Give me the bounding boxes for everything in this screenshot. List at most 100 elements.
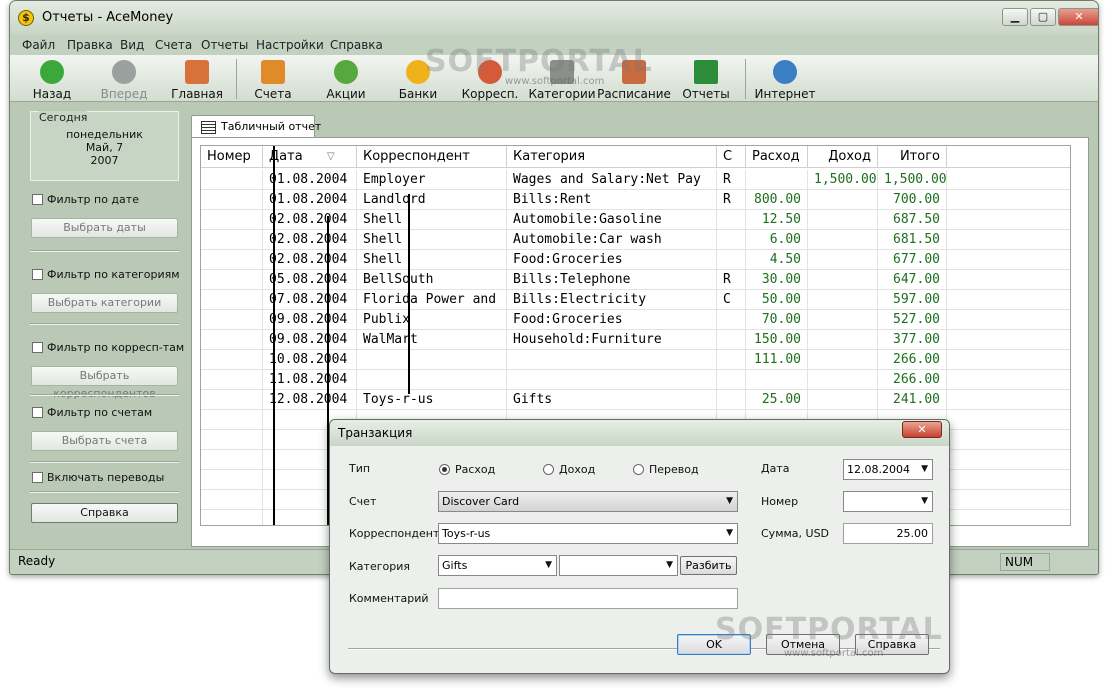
- toolbar-forward-label: Вперед: [100, 87, 148, 101]
- date-value: 12.08.2004: [847, 463, 910, 476]
- cell-num: [201, 190, 263, 210]
- col-header-total[interactable]: Итого: [878, 146, 947, 168]
- table-row[interactable]: 11.08.2004 266.00: [201, 370, 1070, 390]
- number-select[interactable]: ▼: [843, 491, 933, 512]
- toolbar-accounts-label: Счета: [254, 87, 292, 101]
- maximize-button[interactable]: ▢: [1030, 8, 1056, 26]
- cell-expense: 12.50: [746, 210, 808, 230]
- cell-category: Wages and Salary:Net Pay: [507, 170, 717, 190]
- toolbar-accounts-button[interactable]: Счета: [236, 57, 310, 101]
- table-row[interactable]: 10.08.2004 111.00 266.00: [201, 350, 1070, 370]
- cell-date: 05.08.2004: [263, 270, 357, 290]
- menu-reports[interactable]: Отчеты: [201, 38, 248, 52]
- menu-settings[interactable]: Настройки: [256, 38, 324, 52]
- cell-num: [201, 510, 263, 525]
- table-row[interactable]: 09.08.2004 WalMart Household:Furniture 150.…: [201, 330, 1070, 350]
- cell-date: 12.08.2004: [263, 390, 357, 410]
- include-transfers-checkbox[interactable]: [32, 472, 43, 483]
- filter-accounts-checkbox[interactable]: [32, 407, 43, 418]
- filter-date-checkbox[interactable]: [32, 194, 43, 205]
- table-row[interactable]: 12.08.2004 Toys-r-us Gifts 25.00 241.00: [201, 390, 1070, 410]
- help-button[interactable]: Справка: [31, 503, 178, 523]
- cell-total: 677.00: [878, 250, 947, 270]
- col-header-payee[interactable]: Корреспондент: [357, 146, 507, 168]
- toolbar-home-button[interactable]: Главная: [160, 57, 234, 101]
- toolbar-internet-button[interactable]: Интернет: [748, 57, 822, 101]
- col-header-number[interactable]: Номер: [201, 146, 263, 168]
- tab-table-report[interactable]: Табличный отчет: [191, 115, 321, 138]
- filter-categories-checkbox[interactable]: [32, 269, 43, 280]
- amount-input[interactable]: 25.00: [843, 523, 933, 544]
- select-dates-button[interactable]: Выбрать даты: [31, 218, 178, 238]
- type-expense-radio[interactable]: [439, 464, 450, 475]
- type-expense-label: Расход: [455, 463, 496, 476]
- menu-help[interactable]: Справка: [330, 38, 383, 52]
- cell-num: [201, 470, 263, 490]
- table-row[interactable]: 02.08.2004 Shell Automobile:Car wash 6.00 68…: [201, 230, 1070, 250]
- close-button[interactable]: ✕: [1058, 8, 1098, 26]
- filter-payees-checkbox[interactable]: [32, 342, 43, 353]
- forward-arrow-icon: [112, 60, 136, 84]
- cell-num: [201, 410, 263, 430]
- table-row[interactable]: 07.08.2004Florida Power and ...Bills:Ele…: [201, 290, 1070, 310]
- split-button[interactable]: Разбить: [680, 556, 737, 575]
- cell-expense: [746, 170, 808, 190]
- cell-c: [717, 310, 746, 330]
- cell-payee: Shell: [357, 230, 507, 250]
- table-row[interactable]: 01.08.2004 Employer Wages and Salary:Net P…: [201, 170, 1070, 190]
- category-select[interactable]: Gifts ▼: [438, 555, 557, 576]
- menu-edit[interactable]: Правка: [67, 38, 113, 52]
- menu-file[interactable]: Файл: [22, 38, 55, 52]
- dialog-close-button[interactable]: ✕: [902, 421, 942, 438]
- col-header-cleared[interactable]: С: [717, 146, 746, 168]
- cell-date: 07.08.2004: [263, 290, 357, 310]
- table-row[interactable]: 05.08.2004 BellSouth Bills:Telephone R 30.00…: [201, 270, 1070, 290]
- toolbar-categories-label: Категории: [528, 87, 596, 101]
- cell-c: [717, 390, 746, 410]
- divider: [30, 323, 179, 325]
- toolbar-forward-button[interactable]: Вперед: [87, 57, 161, 101]
- today-weekday: понедельник: [66, 128, 143, 141]
- cell-c: [717, 330, 746, 350]
- cell-num: [201, 290, 263, 310]
- select-accounts-button[interactable]: Выбрать счета: [31, 431, 178, 451]
- payee-select[interactable]: Toys-r-us ▼: [438, 523, 738, 544]
- cell-date: 02.08.2004: [263, 250, 357, 270]
- col-header-expense[interactable]: Расход: [746, 146, 808, 168]
- table-row[interactable]: 09.08.2004 Publix Food:Groceries 70.00 527.0…: [201, 310, 1070, 330]
- type-transfer-radio[interactable]: [633, 464, 644, 475]
- minimize-button[interactable]: ▁: [1002, 8, 1028, 26]
- cell-expense: [746, 370, 808, 390]
- cell-payee: Publix: [357, 310, 507, 330]
- cell-income: [808, 370, 878, 390]
- date-picker[interactable]: 12.08.2004 ▼: [843, 459, 933, 480]
- comment-input[interactable]: [438, 588, 738, 609]
- cell-c: R: [717, 170, 746, 190]
- subcategory-select[interactable]: ▼: [559, 555, 678, 576]
- col-header-category[interactable]: Категория: [507, 146, 717, 168]
- col-header-income[interactable]: Доход: [808, 146, 878, 168]
- comment-label: Комментарий: [349, 592, 429, 605]
- toolbar-reports-button[interactable]: Отчеты: [669, 57, 743, 101]
- table-row[interactable]: 02.08.2004 Shell Food:Groceries 4.50 677.00: [201, 250, 1070, 270]
- toolbar-back-button[interactable]: Назад: [15, 57, 89, 101]
- home-icon: [185, 60, 209, 84]
- table-row[interactable]: 01.08.2004 Landlord Bills:Rent R 800.00 700.0…: [201, 190, 1070, 210]
- cell-category: Bills:Rent: [507, 190, 717, 210]
- table-row[interactable]: 02.08.2004 Shell Automobile:Gasoline 12.50 6…: [201, 210, 1070, 230]
- filter-date-label: Фильтр по дате: [47, 193, 139, 206]
- select-payees-button[interactable]: Выбрать корреспондентов: [31, 366, 178, 400]
- col-header-date[interactable]: Дата ▽: [263, 146, 357, 168]
- cell-c: [717, 250, 746, 270]
- toolbar-stocks-button[interactable]: Акции: [309, 57, 383, 101]
- cell-income: [808, 330, 878, 350]
- account-select[interactable]: Discover Card ▼: [438, 491, 738, 512]
- cell-date: 11.08.2004: [263, 370, 357, 390]
- cell-payee: Shell: [357, 210, 507, 230]
- select-categories-button[interactable]: Выбрать категории: [31, 293, 178, 313]
- cell-total: 266.00: [878, 350, 947, 370]
- watermark-url: www.softportal.com: [784, 648, 884, 659]
- type-income-radio[interactable]: [543, 464, 554, 475]
- menu-view[interactable]: Вид: [120, 38, 144, 52]
- menu-accounts[interactable]: Счета: [155, 38, 192, 52]
